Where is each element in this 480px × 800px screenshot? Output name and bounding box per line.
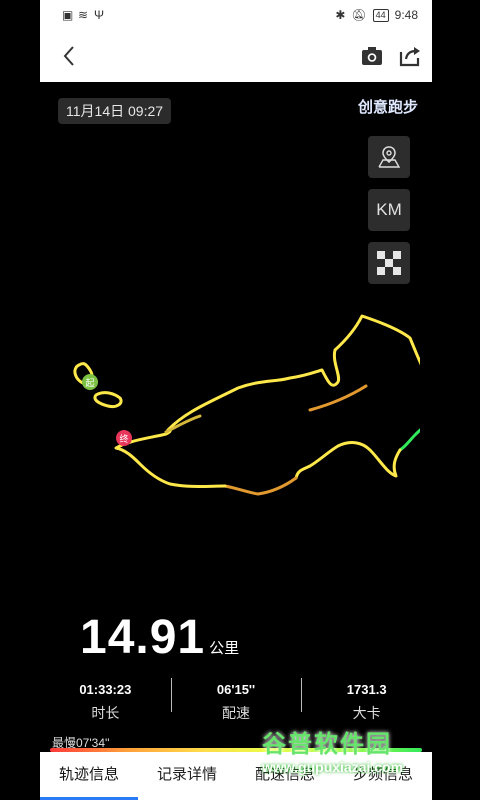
- stat-calories: 1731.3 大卡: [301, 676, 432, 724]
- run-mode-link[interactable]: 创意跑步: [358, 96, 418, 117]
- phone-screen: ▣ ≋ Ψ ✱ 🔕︎ 44 9:48 11月14日 09:27 创意跑步 KM …: [40, 0, 432, 800]
- distance-unit: 公里: [209, 640, 240, 657]
- bluetooth-icon: ✱: [335, 8, 346, 22]
- share-icon[interactable]: [398, 44, 422, 68]
- track-segment-end: [114, 428, 227, 488]
- status-bar: ▣ ≋ Ψ ✱ 🔕︎ 44 9:48: [40, 0, 432, 30]
- stat-divider: [301, 678, 303, 712]
- distance-summary: 14.91 公里: [80, 610, 239, 665]
- stat-duration-label: 时长: [91, 705, 120, 721]
- clock: 9:48: [394, 8, 418, 22]
- map-type-button[interactable]: [368, 136, 410, 178]
- distance-value: 14.91: [80, 611, 206, 664]
- tab-cadence-info[interactable]: 步频信息: [334, 752, 432, 800]
- record-date: 11月14日 09:27: [58, 98, 172, 124]
- mute-icon: 🔕︎: [351, 8, 367, 22]
- camera-icon[interactable]: [360, 44, 384, 68]
- back-arrow-icon[interactable]: [58, 44, 82, 68]
- track-segment-main-yellow: [166, 314, 420, 432]
- stat-calories-label: 大卡: [352, 705, 381, 721]
- status-right: ✱ 🔕︎ 44 9:48: [335, 8, 418, 22]
- track-segment-return: [294, 441, 402, 480]
- tab-pace-info[interactable]: 配速信息: [236, 752, 334, 800]
- stat-duration-value: 01:33:23: [79, 682, 132, 697]
- start-marker-label: 起: [85, 378, 94, 388]
- track-segment-loop-2: [93, 391, 123, 408]
- wifi-icon: ≋: [78, 8, 89, 22]
- status-left: ▣ ≋ Ψ: [62, 8, 105, 22]
- stat-pace: 06'15'' 配速: [170, 676, 302, 724]
- run-track-map: 起 终: [73, 314, 420, 496]
- end-marker-label: 终: [119, 433, 128, 444]
- tab-bar: 轨迹信息 记录详情 配速信息 步频信息: [40, 752, 432, 800]
- stats-row: 01:33:23 时长 06'15'' 配速 1731.3 大卡: [40, 676, 432, 724]
- battery-indicator: 44: [372, 8, 389, 22]
- stat-duration: 01:33:23 时长: [40, 676, 171, 724]
- track-segment-fast: [398, 428, 420, 452]
- map-pin-icon: [378, 146, 401, 168]
- checker-icon: [377, 251, 401, 275]
- stat-divider: [170, 678, 172, 712]
- unit-toggle-button[interactable]: KM: [368, 189, 410, 231]
- title-bar: [40, 30, 432, 82]
- stat-pace-value: 06'15'': [216, 682, 256, 697]
- track-segment-slow: [223, 476, 298, 496]
- stat-calories-value: 1731.3: [346, 682, 387, 697]
- track-segment-slow-2: [308, 384, 368, 412]
- tab-record-details[interactable]: 记录详情: [138, 752, 236, 800]
- tab-track-info[interactable]: 轨迹信息: [40, 752, 138, 800]
- sim-icon: ▣: [62, 8, 74, 22]
- stat-pace-label: 配速: [222, 705, 250, 721]
- grid-toggle-button[interactable]: [368, 242, 410, 284]
- usb-icon: Ψ: [94, 8, 105, 22]
